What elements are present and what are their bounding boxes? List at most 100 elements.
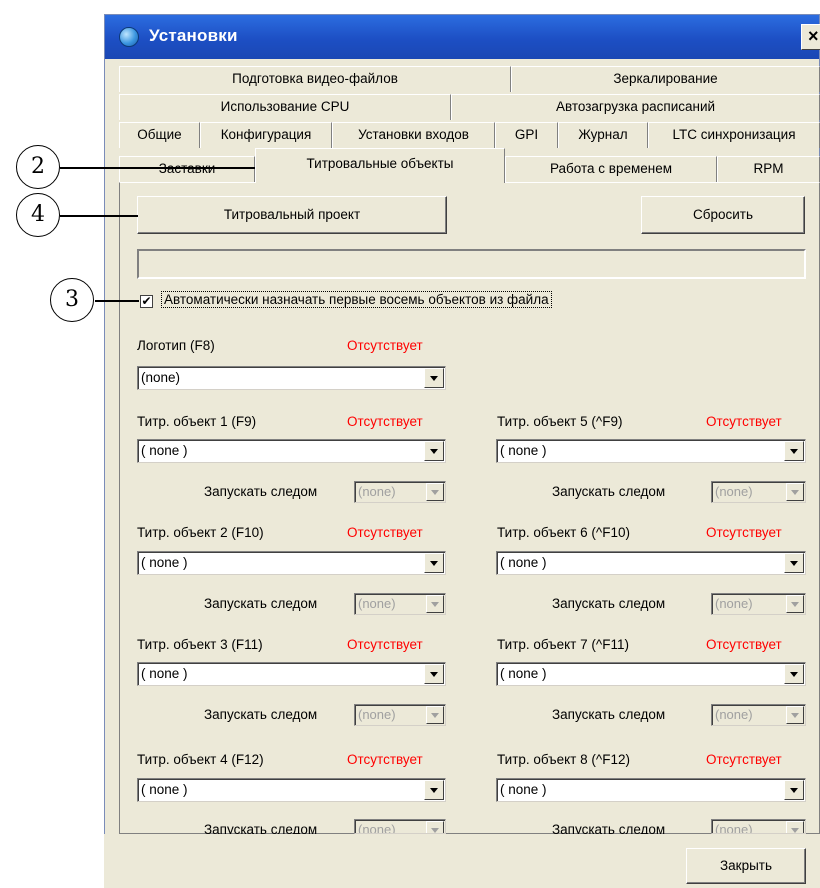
- title-bar[interactable]: Установки ×: [105, 15, 820, 59]
- object-status: Отсутствует: [706, 752, 782, 767]
- tab-configuration[interactable]: Конфигурация: [200, 122, 332, 148]
- object-label: Титр. объект 7 (^F11): [497, 637, 629, 652]
- tab-input-settings[interactable]: Установки входов: [332, 122, 495, 148]
- object-select-value: ( none ): [500, 666, 547, 681]
- chevron-down-icon[interactable]: [786, 821, 804, 833]
- object-status: Отсутствует: [347, 414, 423, 429]
- logo-select[interactable]: (none): [137, 366, 446, 390]
- run-next-label: Запускать следом: [204, 596, 318, 611]
- object-status: Отсутствует: [706, 414, 782, 429]
- chevron-down-icon[interactable]: [426, 821, 444, 833]
- run-next-label: Запускать следом: [204, 822, 318, 834]
- run-next-value: (none): [715, 596, 753, 611]
- object-select[interactable]: ( none ): [137, 439, 446, 463]
- run-next-select[interactable]: (none): [711, 704, 806, 726]
- chevron-down-icon[interactable]: [784, 441, 804, 461]
- run-next-select[interactable]: (none): [354, 593, 446, 615]
- run-next-label: Запускать следом: [552, 596, 666, 611]
- close-button[interactable]: Закрыть: [686, 848, 806, 884]
- object-status: Отсутствует: [347, 525, 423, 540]
- chevron-down-icon[interactable]: [426, 483, 444, 501]
- tab-title-objects[interactable]: Титровальные объекты: [255, 148, 505, 183]
- object-status: Отсутствует: [706, 525, 782, 540]
- run-next-select[interactable]: (none): [354, 819, 446, 834]
- object-select[interactable]: ( none ): [137, 662, 446, 686]
- chevron-down-icon[interactable]: [784, 664, 804, 684]
- object-select[interactable]: ( none ): [137, 778, 446, 802]
- object-status: Отсутствует: [347, 637, 423, 652]
- object-select-value: ( none ): [141, 666, 188, 681]
- tab-rpm[interactable]: RPM: [717, 156, 820, 182]
- chevron-down-icon[interactable]: [424, 368, 444, 388]
- run-next-value: (none): [715, 484, 753, 499]
- tab-mirroring[interactable]: Зеркалирование: [511, 66, 820, 92]
- title-project-button[interactable]: Титровальный проект: [137, 196, 447, 234]
- auto-assign-checkbox[interactable]: ✔: [140, 295, 153, 308]
- run-next-value: (none): [715, 822, 753, 834]
- object-select[interactable]: ( none ): [496, 662, 806, 686]
- object-label: Титр. объект 8 (^F12): [497, 752, 630, 767]
- project-path-bar: [137, 249, 806, 279]
- object-select-value: ( none ): [141, 443, 188, 458]
- tab-time-work[interactable]: Работа с временем: [505, 156, 717, 182]
- tab-gpi[interactable]: GPI: [495, 122, 558, 148]
- chevron-down-icon[interactable]: [426, 595, 444, 613]
- run-next-value: (none): [715, 707, 753, 722]
- run-next-value: (none): [358, 822, 396, 834]
- run-next-label: Запускать следом: [552, 484, 666, 499]
- callout-4-leader: [60, 215, 138, 217]
- object-select[interactable]: ( none ): [496, 778, 806, 802]
- run-next-label: Запускать следом: [552, 822, 666, 834]
- run-next-label: Запускать следом: [204, 484, 318, 499]
- run-next-select[interactable]: (none): [711, 593, 806, 615]
- chevron-down-icon[interactable]: [784, 780, 804, 800]
- tab-general[interactable]: Общие: [119, 122, 200, 148]
- chevron-down-icon[interactable]: [424, 664, 444, 684]
- run-next-select[interactable]: (none): [711, 481, 806, 503]
- object-select-value: ( none ): [141, 555, 188, 570]
- object-select-value: ( none ): [500, 555, 547, 570]
- chevron-down-icon[interactable]: [426, 706, 444, 724]
- tab-journal[interactable]: Журнал: [558, 122, 648, 148]
- object-label: Титр. объект 6 (^F10): [497, 525, 630, 540]
- logo-status: Отсутствует: [347, 338, 423, 353]
- object-label: Титр. объект 2 (F10): [137, 525, 264, 540]
- tab-video-prep[interactable]: Подготовка видео-файлов: [119, 66, 511, 92]
- reset-button[interactable]: Сбросить: [641, 196, 805, 234]
- chevron-down-icon[interactable]: [784, 553, 804, 573]
- chevron-down-icon[interactable]: [786, 706, 804, 724]
- object-select[interactable]: ( none ): [496, 551, 806, 575]
- object-select-value: ( none ): [500, 443, 547, 458]
- run-next-select[interactable]: (none): [354, 704, 446, 726]
- object-label: Титр. объект 4 (F12): [137, 752, 264, 767]
- close-window-button[interactable]: ×: [801, 24, 820, 50]
- tab-ltc-sync[interactable]: LTC синхронизация: [648, 122, 820, 148]
- object-select[interactable]: ( none ): [137, 551, 446, 575]
- callout-4: 4: [16, 193, 60, 237]
- logo-label: Логотип (F8): [137, 338, 215, 353]
- chevron-down-icon[interactable]: [424, 780, 444, 800]
- run-next-select[interactable]: (none): [354, 481, 446, 503]
- tab-splash-screens[interactable]: Заставки: [119, 156, 255, 182]
- app-icon: [119, 27, 139, 47]
- chevron-down-icon[interactable]: [424, 553, 444, 573]
- object-select-value: ( none ): [141, 782, 188, 797]
- callout-3: 3: [50, 278, 94, 322]
- tab-cpu-usage[interactable]: Использование CPU: [119, 94, 451, 120]
- auto-assign-label[interactable]: Автоматически назначать первые восемь об…: [161, 291, 552, 308]
- chevron-down-icon[interactable]: [786, 595, 804, 613]
- object-label: Титр. объект 5 (^F9): [497, 414, 623, 429]
- run-next-value: (none): [358, 596, 396, 611]
- logo-select-value: (none): [141, 370, 181, 385]
- tab-schedule-autoload[interactable]: Автозагрузка расписаний: [451, 94, 820, 120]
- callout-2-leader: [60, 167, 256, 169]
- chevron-down-icon[interactable]: [424, 441, 444, 461]
- chevron-down-icon[interactable]: [786, 483, 804, 501]
- object-select[interactable]: ( none ): [496, 439, 806, 463]
- object-label: Титр. объект 1 (F9): [137, 414, 257, 429]
- callout-3-leader: [95, 300, 139, 302]
- object-label: Титр. объект 3 (F11): [137, 637, 263, 652]
- run-next-select[interactable]: (none): [711, 819, 806, 834]
- object-status: Отсутствует: [347, 752, 423, 767]
- title-objects-panel: [119, 182, 820, 834]
